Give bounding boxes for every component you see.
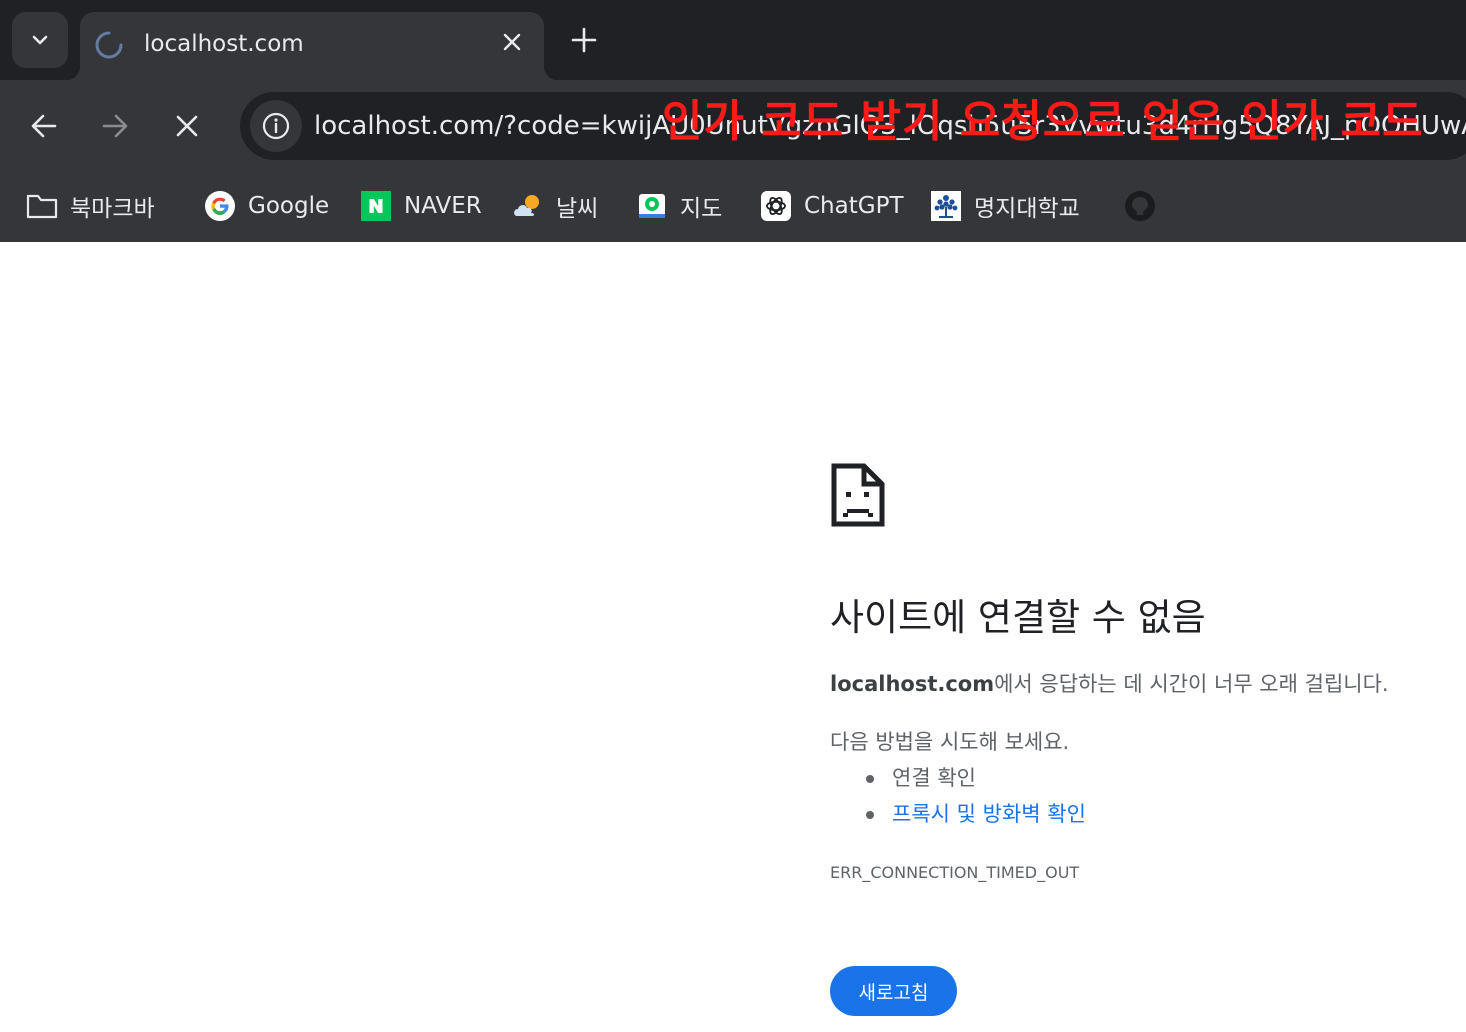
reload-button[interactable]: 새로고침 bbox=[830, 966, 957, 1016]
bookmark-label: 명지대학교 bbox=[974, 196, 1080, 222]
suggestions-heading: 다음 방법을 시도해 보세요. bbox=[830, 730, 1070, 754]
error-description-text: 에서 응답하는 데 시간이 너무 오래 걸립니다. bbox=[994, 672, 1389, 696]
chevron-down-icon bbox=[32, 35, 48, 45]
naver-icon bbox=[360, 190, 392, 222]
loading-spinner-icon bbox=[95, 31, 123, 59]
suggestion-item: 프록시 및 방화벽 확인 bbox=[862, 796, 1086, 832]
forward-button[interactable] bbox=[93, 104, 137, 148]
github-icon bbox=[1124, 190, 1156, 222]
bookmark-label: ChatGPT bbox=[804, 193, 904, 219]
error-title: 사이트에 연결할 수 없음 bbox=[830, 596, 1206, 639]
arrow-right-icon bbox=[102, 114, 128, 138]
stop-loading-button[interactable] bbox=[165, 104, 209, 148]
suggestion-text: 연결 확인 bbox=[892, 766, 976, 790]
bookmark-label: 북마크바 bbox=[70, 196, 155, 222]
tab-search-button[interactable] bbox=[12, 12, 68, 68]
bookmark-label: Google bbox=[248, 193, 330, 219]
tab-strip: localhost.com bbox=[0, 0, 1466, 80]
folder-icon bbox=[26, 190, 58, 222]
sad-document-icon bbox=[831, 463, 885, 527]
bookmark-university[interactable]: 명지대학교 bbox=[930, 184, 1080, 228]
map-icon bbox=[636, 190, 668, 222]
annotation-text: 인가 코드 받기 요청으로 얻은 인가 코드 bbox=[662, 96, 1424, 147]
bookmarks-bar: 북마크바 Google NAVER 날씨 지도 ChatGPT 명지대학교 bbox=[0, 172, 1466, 242]
bookmark-label: NAVER bbox=[404, 193, 482, 219]
suggestions-list: 연결 확인 프록시 및 방화벽 확인 bbox=[862, 760, 1086, 832]
tab-close-button[interactable] bbox=[498, 28, 526, 56]
new-tab-button[interactable] bbox=[566, 22, 602, 58]
bookmark-chatgpt[interactable]: ChatGPT bbox=[760, 184, 904, 228]
university-icon bbox=[930, 190, 962, 222]
weather-icon bbox=[512, 190, 544, 222]
bookmark-github[interactable] bbox=[1124, 184, 1168, 228]
error-code: ERR_CONNECTION_TIMED_OUT bbox=[830, 863, 1080, 882]
bookmark-folder[interactable]: 북마크바 bbox=[26, 184, 155, 228]
bookmark-naver[interactable]: NAVER bbox=[360, 184, 482, 228]
chatgpt-icon bbox=[760, 190, 792, 222]
google-icon bbox=[204, 190, 236, 222]
suggestion-item: 연결 확인 bbox=[862, 760, 1086, 796]
plus-icon bbox=[571, 27, 597, 53]
back-button[interactable] bbox=[22, 104, 66, 148]
bookmark-weather[interactable]: 날씨 bbox=[512, 184, 598, 228]
close-icon bbox=[503, 33, 521, 51]
arrow-left-icon bbox=[31, 114, 57, 138]
tab-title: localhost.com bbox=[144, 31, 304, 57]
site-info-button[interactable] bbox=[250, 100, 302, 152]
proxy-firewall-link[interactable]: 프록시 및 방화벽 확인 bbox=[892, 802, 1086, 826]
info-icon bbox=[262, 112, 290, 140]
bookmark-map[interactable]: 지도 bbox=[636, 184, 722, 228]
bookmark-label: 날씨 bbox=[556, 196, 599, 222]
error-description: localhost.com에서 응답하는 데 시간이 너무 오래 걸립니다. bbox=[830, 668, 1389, 700]
bookmark-label: 지도 bbox=[680, 196, 723, 222]
bookmark-google[interactable]: Google bbox=[204, 184, 329, 228]
close-icon bbox=[176, 115, 198, 137]
active-tab[interactable]: localhost.com bbox=[66, 12, 558, 80]
error-host: localhost.com bbox=[830, 672, 995, 696]
